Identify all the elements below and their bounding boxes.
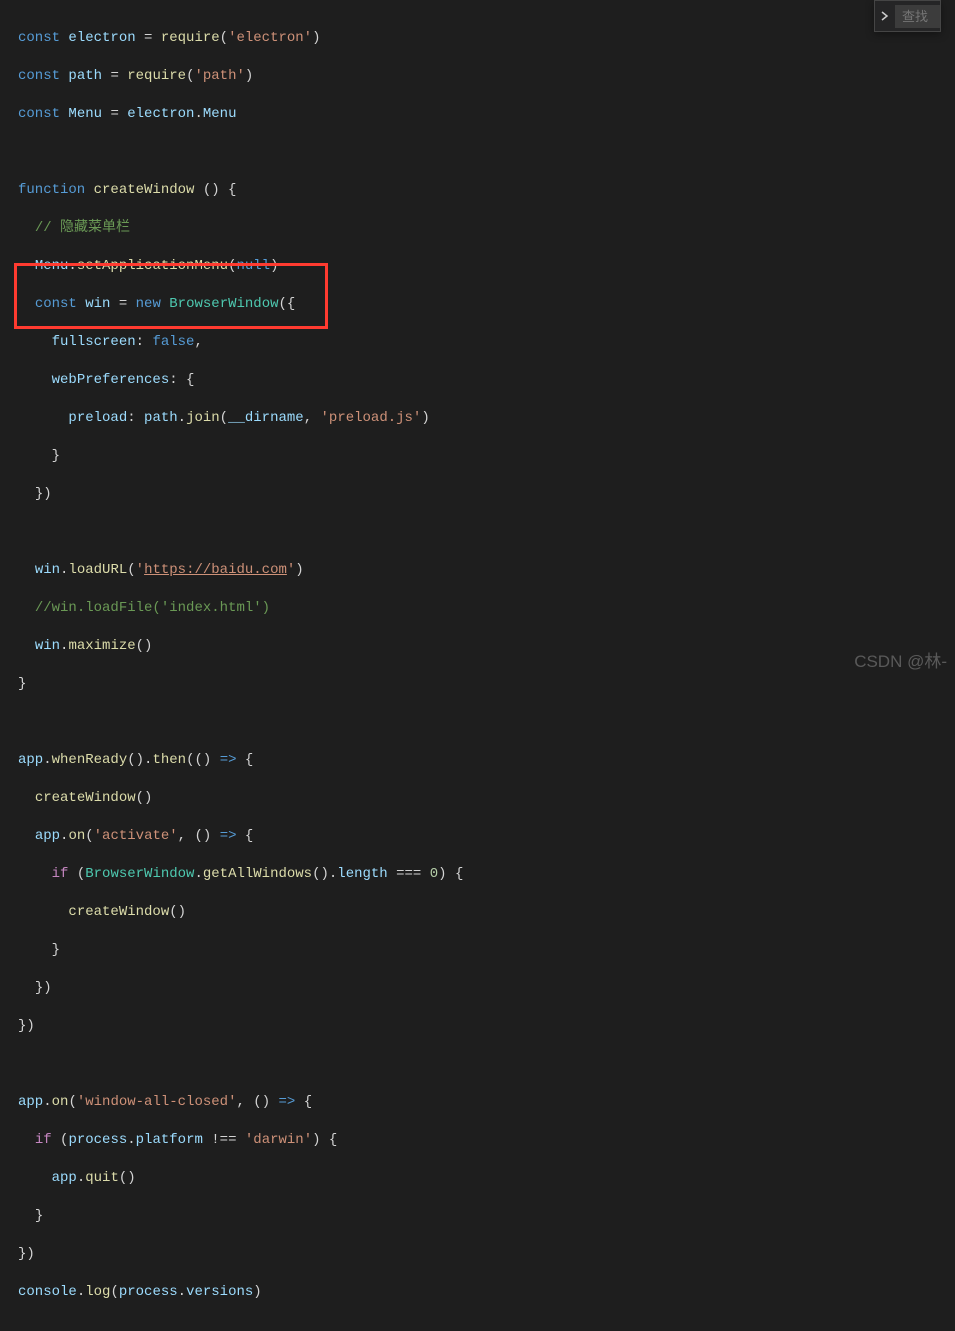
code-line: } [18,447,955,466]
code-line: //win.loadFile('index.html') [18,599,955,618]
code-line: app.whenReady().then(() => { [18,751,955,770]
code-line: app.on('window-all-closed', () => { [18,1093,955,1112]
code-line: }) [18,485,955,504]
code-line [18,1055,955,1074]
code-line: const electron = require('electron') [18,29,955,48]
code-line: } [18,675,955,694]
code-line [18,523,955,542]
code-line: } [18,1207,955,1226]
code-line: Menu.setApplicationMenu(null) [18,257,955,276]
code-line: // 隐藏菜单栏 [18,219,955,238]
code-line: if (process.platform !== 'darwin') { [18,1131,955,1150]
code-line: }) [18,1017,955,1036]
code-line: win.loadURL('https://baidu.com') [18,561,955,580]
code-line: if (BrowserWindow.getAllWindows().length… [18,865,955,884]
code-line: app.on('activate', () => { [18,827,955,846]
find-input[interactable] [895,5,940,28]
code-line: createWindow() [18,789,955,808]
code-line: preload: path.join(__dirname, 'preload.j… [18,409,955,428]
code-line: fullscreen: false, [18,333,955,352]
expand-find-icon[interactable] [875,11,895,21]
code-line: win.maximize() [18,637,955,656]
find-widget[interactable] [874,0,941,32]
watermark-text: CSDN @林- [854,647,947,672]
code-line: webPreferences: { [18,371,955,390]
code-line: const Menu = electron.Menu [18,105,955,124]
code-line [18,713,955,732]
code-line: } [18,941,955,960]
code-line: console.log(process.versions) [18,1283,955,1302]
code-line: }) [18,1245,955,1264]
code-line: function createWindow () { [18,181,955,200]
code-line: createWindow() [18,903,955,922]
code-editor[interactable]: const electron = require('electron') con… [0,0,955,1331]
code-line: const win = new BrowserWindow({ [18,295,955,314]
code-line: app.quit() [18,1169,955,1188]
code-line: const path = require('path') [18,67,955,86]
code-line [18,143,955,162]
code-line: }) [18,979,955,998]
